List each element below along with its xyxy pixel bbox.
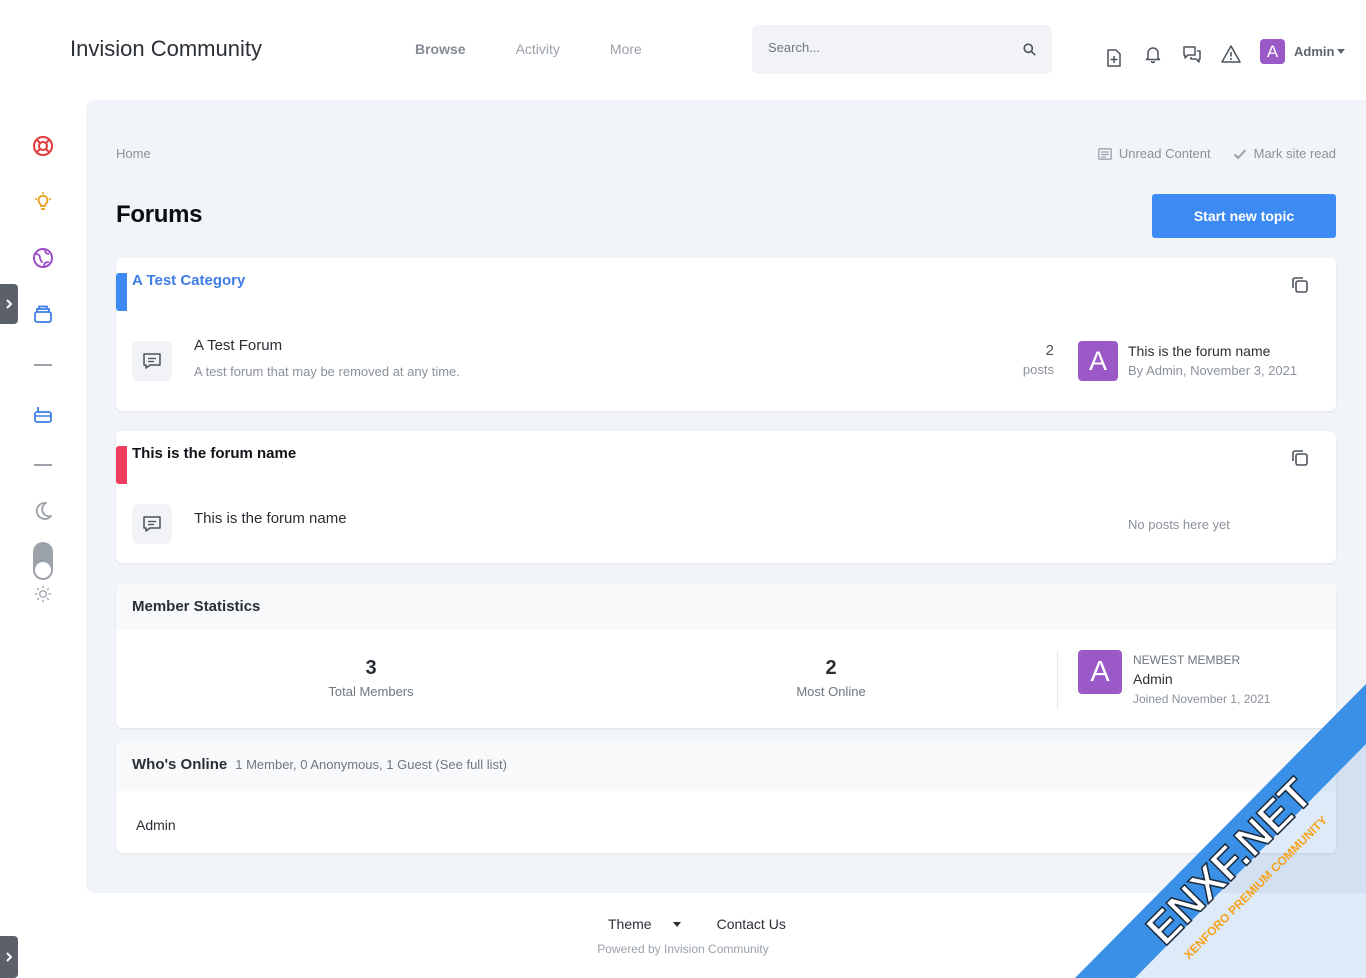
unread-content-link[interactable]: Unread Content bbox=[1097, 146, 1211, 161]
sidebar-divider bbox=[34, 464, 52, 466]
theme-label: Theme bbox=[608, 916, 652, 932]
last-post-title[interactable]: This is the forum name bbox=[1128, 343, 1270, 359]
create-icon[interactable] bbox=[1102, 46, 1126, 70]
copy-icon[interactable] bbox=[1290, 448, 1310, 468]
layers-icon[interactable] bbox=[31, 302, 55, 326]
sidebar bbox=[0, 100, 86, 978]
category-card: A Test Category A Test Forum A test foru… bbox=[116, 258, 1336, 411]
forum-post-label: posts bbox=[1022, 362, 1054, 377]
page-title: Forums bbox=[116, 201, 203, 228]
online-summary[interactable]: 1 Member, 0 Anonymous, 1 Guest (See full… bbox=[235, 757, 507, 772]
nav-more[interactable]: More bbox=[610, 41, 642, 57]
search-icon[interactable] bbox=[1023, 43, 1036, 56]
forum-chat-icon bbox=[132, 341, 172, 381]
main-nav: Browse Activity More bbox=[415, 41, 692, 57]
last-poster-avatar[interactable]: A bbox=[1078, 341, 1118, 381]
whos-online-title: Who's Online bbox=[132, 756, 228, 773]
most-online-count: 2 bbox=[825, 657, 837, 679]
header-icons bbox=[1102, 38, 1258, 70]
mark-site-read-link[interactable]: Mark site read bbox=[1233, 146, 1336, 161]
footer-links: Theme Contact Us bbox=[608, 916, 804, 932]
search-box bbox=[752, 25, 1052, 74]
last-post-meta: By Admin, November 3, 2021 bbox=[1128, 363, 1298, 378]
chevron-right-icon bbox=[6, 299, 13, 309]
category-title[interactable]: A Test Category bbox=[132, 272, 245, 289]
newspaper-icon bbox=[1097, 147, 1112, 160]
category-color-bar bbox=[116, 446, 127, 484]
forum-title[interactable]: This is the forum name bbox=[194, 510, 347, 527]
no-posts-text: No posts here yet bbox=[1128, 517, 1230, 532]
site-brand[interactable]: Invision Community bbox=[70, 36, 262, 62]
contact-us-link[interactable]: Contact Us bbox=[717, 916, 786, 932]
sidebar-expand-tab[interactable] bbox=[0, 284, 18, 324]
newest-member-label: NEWEST MEMBER bbox=[1133, 653, 1241, 667]
stats-divider bbox=[1057, 650, 1058, 710]
warning-icon[interactable] bbox=[1219, 42, 1243, 66]
section-title: Who's Online 1 Member, 0 Anonymous, 1 Gue… bbox=[132, 756, 507, 773]
nav-activity[interactable]: Activity bbox=[516, 41, 560, 57]
lifebuoy-icon[interactable] bbox=[31, 134, 55, 158]
site-header: Invision Community Browse Activity More … bbox=[0, 0, 1366, 100]
sidebar-divider bbox=[34, 364, 52, 366]
inbox-stack-icon[interactable] bbox=[31, 402, 55, 426]
breadcrumb[interactable]: Home bbox=[116, 146, 151, 161]
most-online-label: Most Online bbox=[796, 684, 866, 699]
toggle-knob bbox=[35, 562, 51, 578]
theme-selector[interactable]: Theme bbox=[608, 916, 699, 932]
forum-chat-icon bbox=[132, 504, 172, 544]
category-card: This is the forum name This is the forum… bbox=[116, 431, 1336, 563]
check-icon bbox=[1233, 148, 1246, 159]
total-members-count: 3 bbox=[365, 657, 377, 679]
start-new-topic-button[interactable]: Start new topic bbox=[1152, 194, 1336, 238]
online-user[interactable]: Admin bbox=[136, 817, 176, 833]
search-input[interactable] bbox=[768, 40, 1008, 55]
mark-site-read-label: Mark site read bbox=[1253, 146, 1336, 161]
forum-title[interactable]: A Test Forum bbox=[194, 337, 282, 354]
notifications-icon[interactable] bbox=[1141, 42, 1165, 66]
messages-icon[interactable] bbox=[1180, 42, 1204, 66]
copy-icon[interactable] bbox=[1290, 275, 1310, 295]
forum-post-stats: 2 posts bbox=[1023, 340, 1054, 379]
moon-icon[interactable] bbox=[31, 499, 55, 523]
total-members-label: Total Members bbox=[328, 684, 414, 699]
nav-browse[interactable]: Browse bbox=[415, 41, 466, 57]
user-avatar[interactable]: A bbox=[1260, 39, 1285, 64]
caret-down-icon bbox=[1337, 49, 1346, 54]
caret-down-icon bbox=[672, 922, 681, 927]
lightbulb-icon[interactable] bbox=[31, 190, 55, 214]
section-header: Member Statistics bbox=[116, 583, 1336, 630]
top-links: Unread Content Mark site read bbox=[1076, 146, 1336, 161]
watermark-logo: ENXF.NET XENFORO PREMIUM COMMUNITY bbox=[1075, 684, 1366, 978]
forum-post-count: 2 bbox=[1045, 342, 1054, 359]
user-name: Admin bbox=[1294, 44, 1335, 59]
unread-content-label: Unread Content bbox=[1118, 146, 1211, 161]
globe-icon[interactable] bbox=[31, 246, 55, 270]
sun-icon[interactable] bbox=[31, 582, 55, 606]
section-title: Member Statistics bbox=[132, 598, 261, 615]
category-title[interactable]: This is the forum name bbox=[132, 445, 296, 462]
category-color-bar bbox=[116, 273, 127, 311]
theme-toggle[interactable] bbox=[33, 542, 53, 580]
forum-description: A test forum that may be removed at any … bbox=[194, 364, 460, 379]
user-menu[interactable]: Admin bbox=[1294, 44, 1346, 59]
